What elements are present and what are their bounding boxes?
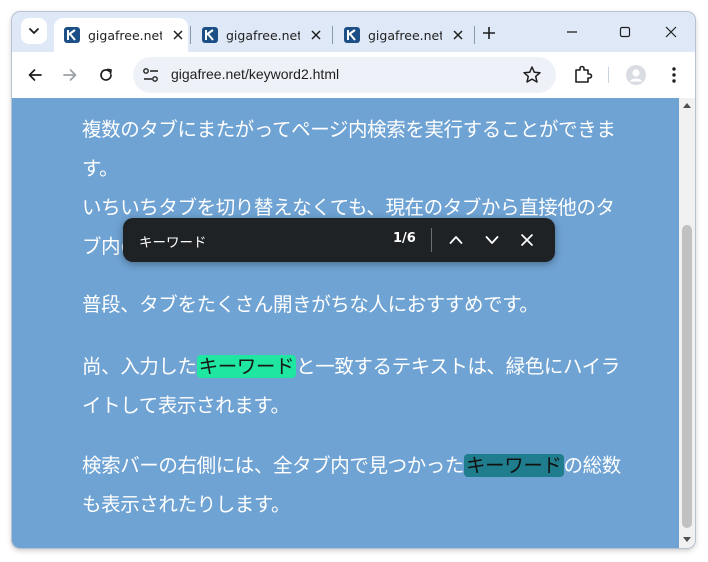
page-content: 複数のタブにまたがってページ内検索を実行することができます。 いちいちタブを切り替… bbox=[12, 98, 679, 548]
arrow-right-icon bbox=[63, 69, 77, 81]
scrollbar-thumb[interactable] bbox=[682, 225, 692, 528]
address-bar[interactable]: gigafree.net/keyword2.html bbox=[133, 57, 556, 93]
chevron-down-icon bbox=[29, 28, 39, 34]
close-tab-icon[interactable] bbox=[450, 27, 466, 43]
browser-window: gigafree.net/keyword2.html gigafree.net/… bbox=[12, 12, 695, 548]
gigafree-favicon-icon bbox=[64, 27, 80, 43]
tab-keyword2[interactable]: gigafree.net/keyword2.html bbox=[54, 18, 188, 52]
tab-title: gigafree.net/keyword.html bbox=[226, 27, 300, 43]
paragraph-text: 複数のタブにまたがってページ内検索を実行することができます。 bbox=[82, 118, 616, 180]
tab-separator bbox=[474, 26, 475, 44]
reload-button[interactable] bbox=[94, 63, 118, 87]
plus-icon bbox=[483, 27, 495, 39]
tab-title: gigafree.net/keyword2.html bbox=[88, 27, 162, 43]
paragraph-text: 検索バーの右側には、全タブ内で見つかった bbox=[82, 454, 465, 477]
active-match-highlight: キーワード bbox=[196, 355, 297, 378]
find-match-count: 1/6 bbox=[393, 231, 416, 246]
tab-separator bbox=[332, 26, 333, 44]
tab-title: gigafree.net/keyword3.html bbox=[368, 27, 442, 43]
close-icon bbox=[665, 26, 677, 38]
chevron-down-icon bbox=[485, 236, 499, 244]
find-close-button[interactable] bbox=[516, 229, 538, 251]
paragraph-text: 尚、入力した bbox=[82, 355, 197, 378]
maximize-button[interactable] bbox=[610, 20, 640, 44]
paragraph-recommendation: 普段、タブをたくさん開きがちな人におすすめです。 bbox=[82, 293, 539, 316]
minimize-button[interactable] bbox=[557, 20, 587, 44]
tab-keyword[interactable]: gigafree.net/keyword.html bbox=[192, 18, 326, 52]
vertical-scrollbar[interactable] bbox=[679, 98, 695, 548]
minimize-icon bbox=[567, 31, 577, 33]
reload-icon bbox=[100, 68, 112, 81]
toolbar: gigafree.net/keyword2.html bbox=[12, 52, 695, 98]
site-info-icon[interactable] bbox=[142, 67, 160, 83]
back-button[interactable] bbox=[23, 63, 47, 87]
gigafree-favicon-icon bbox=[202, 27, 218, 43]
extensions-puzzle-icon[interactable] bbox=[572, 64, 594, 86]
scroll-down-arrow-icon[interactable] bbox=[683, 536, 691, 544]
find-previous-button[interactable] bbox=[445, 229, 467, 251]
find-next-button[interactable] bbox=[481, 229, 503, 251]
close-tab-icon[interactable] bbox=[170, 27, 186, 43]
toolbar-separator bbox=[608, 67, 609, 83]
close-window-button[interactable] bbox=[656, 20, 686, 44]
profile-avatar-icon[interactable] bbox=[625, 64, 647, 86]
chevron-up-icon bbox=[449, 236, 463, 244]
scroll-up-arrow-icon[interactable] bbox=[683, 101, 691, 109]
paragraph-match-count-info: 検索バーの右側には、全タブ内で見つかった キーワード の総数も表示されたりします。 bbox=[82, 446, 622, 524]
maximize-icon bbox=[619, 26, 631, 38]
find-separator bbox=[431, 228, 432, 252]
bookmark-star-icon[interactable] bbox=[522, 65, 542, 85]
find-in-page-bar: キーワード 1/6 bbox=[123, 218, 555, 262]
arrow-left-icon bbox=[28, 69, 42, 81]
close-tab-icon[interactable] bbox=[308, 27, 324, 43]
more-menu-icon[interactable] bbox=[664, 64, 684, 86]
forward-button[interactable] bbox=[58, 63, 82, 87]
match-highlight: キーワード bbox=[464, 454, 564, 477]
url-text[interactable]: gigafree.net/keyword2.html bbox=[171, 66, 339, 82]
tab-separator bbox=[190, 26, 191, 44]
new-tab-button[interactable] bbox=[478, 22, 500, 44]
close-icon bbox=[521, 234, 533, 246]
tab-search-button[interactable] bbox=[21, 18, 47, 44]
find-input[interactable]: キーワード bbox=[139, 231, 207, 251]
gigafree-favicon-icon bbox=[344, 27, 360, 43]
tab-keyword3[interactable]: gigafree.net/keyword3.html bbox=[334, 18, 468, 52]
tab-strip: gigafree.net/keyword2.html gigafree.net/… bbox=[12, 12, 695, 52]
paragraph-highlight-info: 尚、入力した キーワード と一致するテキストは、緑色にハイライトして表示されます。 bbox=[82, 347, 622, 425]
